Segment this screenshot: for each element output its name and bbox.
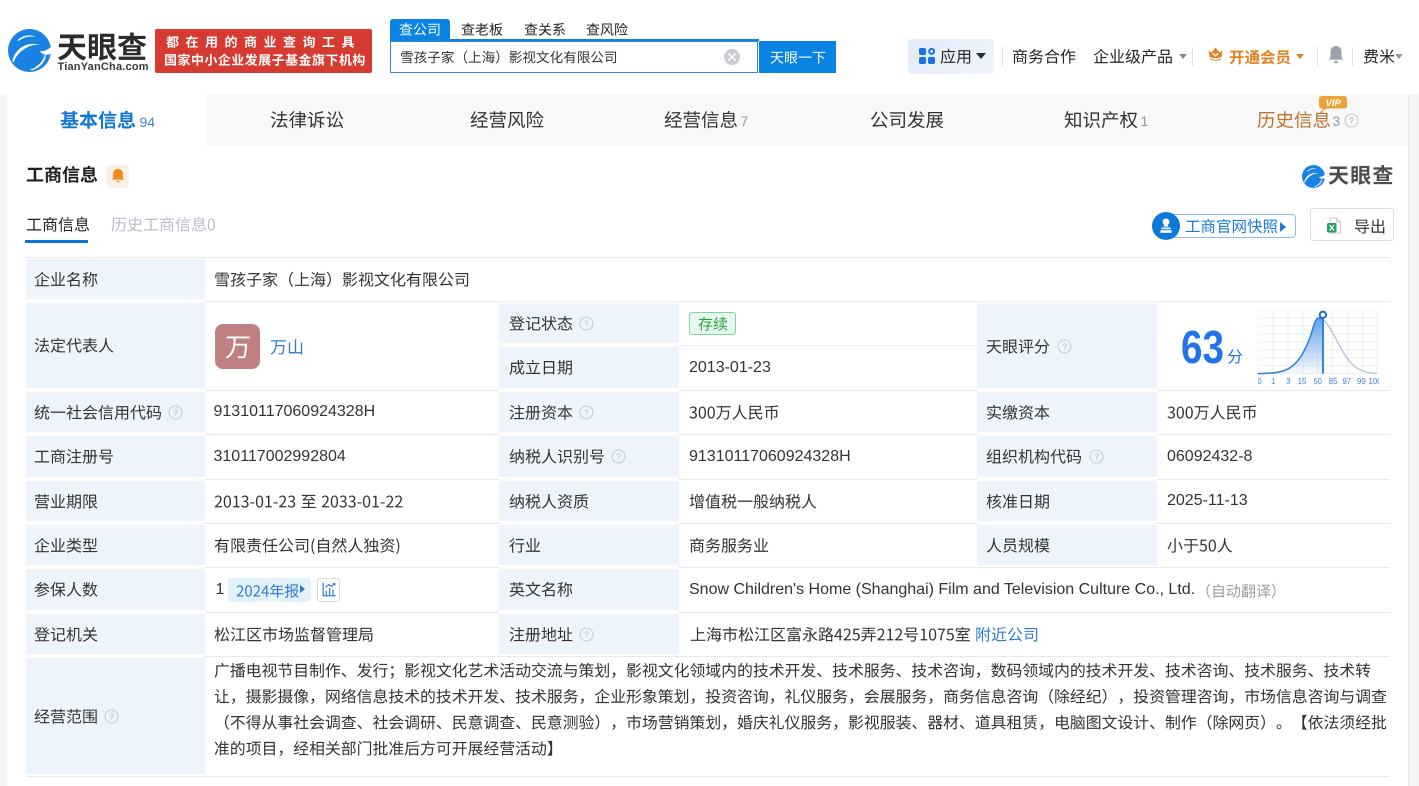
svg-text:?: ? <box>1349 116 1354 126</box>
svg-text:?: ? <box>584 629 589 639</box>
svg-text:?: ? <box>109 711 114 721</box>
svg-text:?: ? <box>584 407 589 417</box>
svg-text:1: 1 <box>1271 377 1275 386</box>
svg-text:?: ? <box>616 452 621 462</box>
svg-text:97: 97 <box>1342 377 1351 386</box>
svg-text:?: ? <box>173 407 178 417</box>
svg-text:VIP: VIP <box>1325 98 1341 109</box>
svg-text:3: 3 <box>1286 377 1290 386</box>
svg-text:85: 85 <box>1329 377 1338 386</box>
svg-text:100: 100 <box>1368 377 1379 386</box>
svg-text:50: 50 <box>1313 377 1322 386</box>
svg-text:0: 0 <box>1258 377 1262 386</box>
svg-text:15: 15 <box>1298 377 1307 386</box>
svg-text:?: ? <box>1094 452 1099 462</box>
svg-text:?: ? <box>1062 341 1067 351</box>
svg-text:99: 99 <box>1357 377 1366 386</box>
svg-text:?: ? <box>584 318 589 328</box>
